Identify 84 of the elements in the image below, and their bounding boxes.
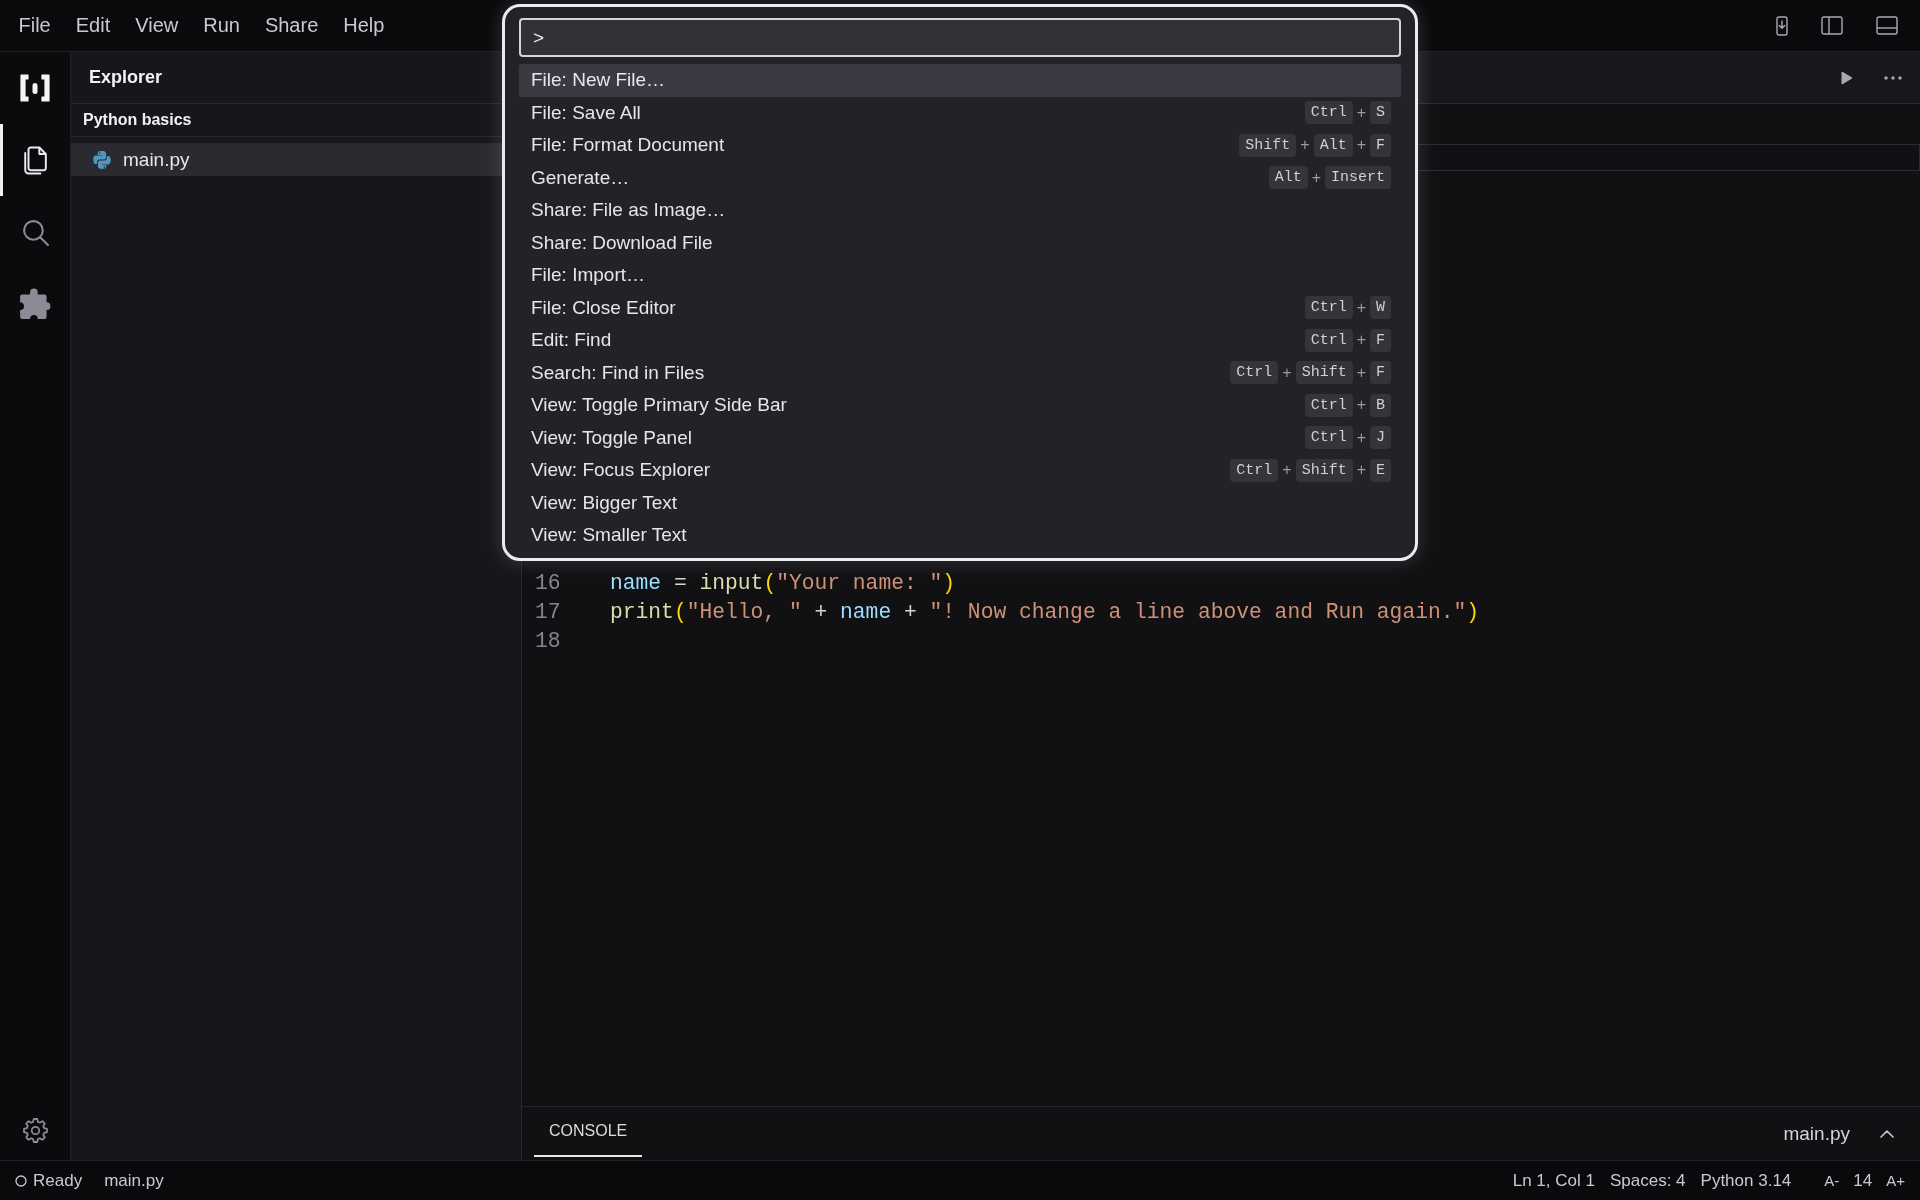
console-tab[interactable]: CONSOLE <box>534 1107 643 1157</box>
settings-icon[interactable] <box>21 1116 49 1144</box>
code-line: name = input("Your name: ") <box>610 570 956 595</box>
line-number: 16 <box>535 570 561 595</box>
keyboard-key: B <box>1370 393 1391 417</box>
key-separator: + <box>1282 461 1292 480</box>
key-separator: + <box>1356 428 1366 447</box>
keyboard-key: Ctrl <box>1304 101 1353 125</box>
search-icon[interactable] <box>20 217 50 247</box>
status-text: Ready <box>33 1170 83 1191</box>
key-separator: + <box>1300 136 1310 155</box>
keyboard-key: Ctrl <box>1304 426 1353 450</box>
chevron-up-icon[interactable] <box>1880 1129 1894 1138</box>
key-separator: + <box>1356 298 1366 317</box>
indentation-setting[interactable]: Spaces: 4 <box>1609 1170 1686 1191</box>
keyboard-key: J <box>1370 426 1391 450</box>
keyboard-key: Ctrl <box>1304 328 1353 352</box>
keyboard-key: Shift <box>1295 458 1353 482</box>
panel-file-name: main.py <box>1783 1122 1850 1145</box>
menu-item[interactable]: Run <box>190 10 253 41</box>
menu-item[interactable]: View <box>122 10 191 41</box>
cursor-position[interactable]: Ln 1, Col 1 <box>1512 1170 1595 1191</box>
keyboard-key: W <box>1370 296 1391 320</box>
keyboard-key: E <box>1370 458 1391 482</box>
keyboard-key: Insert <box>1325 166 1391 190</box>
keyboard-key: F <box>1370 328 1391 352</box>
command-item[interactable]: View: Bigger Text <box>519 486 1401 519</box>
font-size-value: 14 <box>1853 1170 1873 1191</box>
python-icon <box>93 150 111 169</box>
key-separator: + <box>1356 103 1366 122</box>
key-separator: + <box>1356 331 1366 350</box>
keyboard-key: Shift <box>1239 133 1297 157</box>
play-icon[interactable] <box>1841 70 1853 85</box>
keyboard-key: Alt <box>1268 166 1308 190</box>
key-separator: + <box>1356 363 1366 382</box>
command-item[interactable]: File: Import… <box>519 259 1401 292</box>
command-item[interactable]: View: Toggle Primary Side Bar Ctrl + B <box>519 389 1401 422</box>
files-icon[interactable] <box>22 144 48 176</box>
command-item[interactable]: Search: Find in Files Ctrl + Shift + F <box>519 356 1401 389</box>
command-item[interactable]: Edit: Find Ctrl + F <box>519 324 1401 357</box>
key-separator: + <box>1311 168 1321 187</box>
sidebar-layout-icon[interactable] <box>1821 16 1843 35</box>
command-item[interactable]: View: Smaller Text <box>519 519 1401 552</box>
keyboard-key: Alt <box>1313 133 1353 157</box>
keyboard-key: S <box>1370 101 1391 125</box>
increase-font-button[interactable]: A+ <box>1886 1172 1905 1189</box>
more-icon[interactable] <box>1884 75 1902 80</box>
status-file-name: main.py <box>104 1170 164 1191</box>
key-separator: + <box>1356 461 1366 480</box>
command-item[interactable]: Share: Download File <box>519 226 1401 259</box>
command-item[interactable]: File: Save All Ctrl + S <box>519 96 1401 129</box>
key-separator: + <box>1282 363 1292 382</box>
sidebar-title: Explorer <box>89 67 163 88</box>
keyboard-key: Shift <box>1295 361 1353 385</box>
command-item[interactable]: File: New File… <box>519 64 1401 97</box>
keyboard-key: F <box>1370 133 1391 157</box>
menu-item[interactable]: Help <box>330 10 397 41</box>
panel-layout-icon[interactable] <box>1876 16 1898 35</box>
menu-item[interactable]: Share <box>252 10 331 41</box>
command-input[interactable]: > <box>519 18 1401 57</box>
decrease-font-button[interactable]: A- <box>1824 1172 1840 1189</box>
line-number: 17 <box>535 599 561 624</box>
puzzle-icon[interactable] <box>19 288 51 320</box>
keyboard-key: Ctrl <box>1304 393 1353 417</box>
arrow-down-box-icon[interactable] <box>1776 15 1788 36</box>
logo-icon <box>19 74 51 102</box>
menu-item[interactable]: Edit <box>63 10 123 41</box>
command-item[interactable]: Share: File as Image… <box>519 194 1401 227</box>
key-separator: + <box>1356 396 1366 415</box>
language-mode[interactable]: Python 3.14 <box>1700 1170 1792 1191</box>
command-item[interactable]: View: Toggle Panel Ctrl + J <box>519 421 1401 454</box>
keyboard-key: Ctrl <box>1230 458 1279 482</box>
menu-item[interactable]: File <box>6 10 64 41</box>
command-item[interactable]: File: Close Editor Ctrl + W <box>519 291 1401 324</box>
line-number: 18 <box>535 628 561 653</box>
code-line: print("Hello, " + name + "! Now change a line above and Run again.") <box>610 599 1480 624</box>
keyboard-key: F <box>1370 361 1391 385</box>
key-separator: + <box>1356 136 1366 155</box>
keyboard-key: Ctrl <box>1230 361 1279 385</box>
status-circle-icon <box>15 1174 27 1187</box>
command-item[interactable]: View: Focus Explorer Ctrl + Shift + E <box>519 454 1401 487</box>
command-item[interactable]: Generate… Alt + Insert <box>519 161 1401 194</box>
command-item[interactable]: File: Format Document Shift + Alt + F <box>519 129 1401 162</box>
keyboard-key: Ctrl <box>1304 296 1353 320</box>
